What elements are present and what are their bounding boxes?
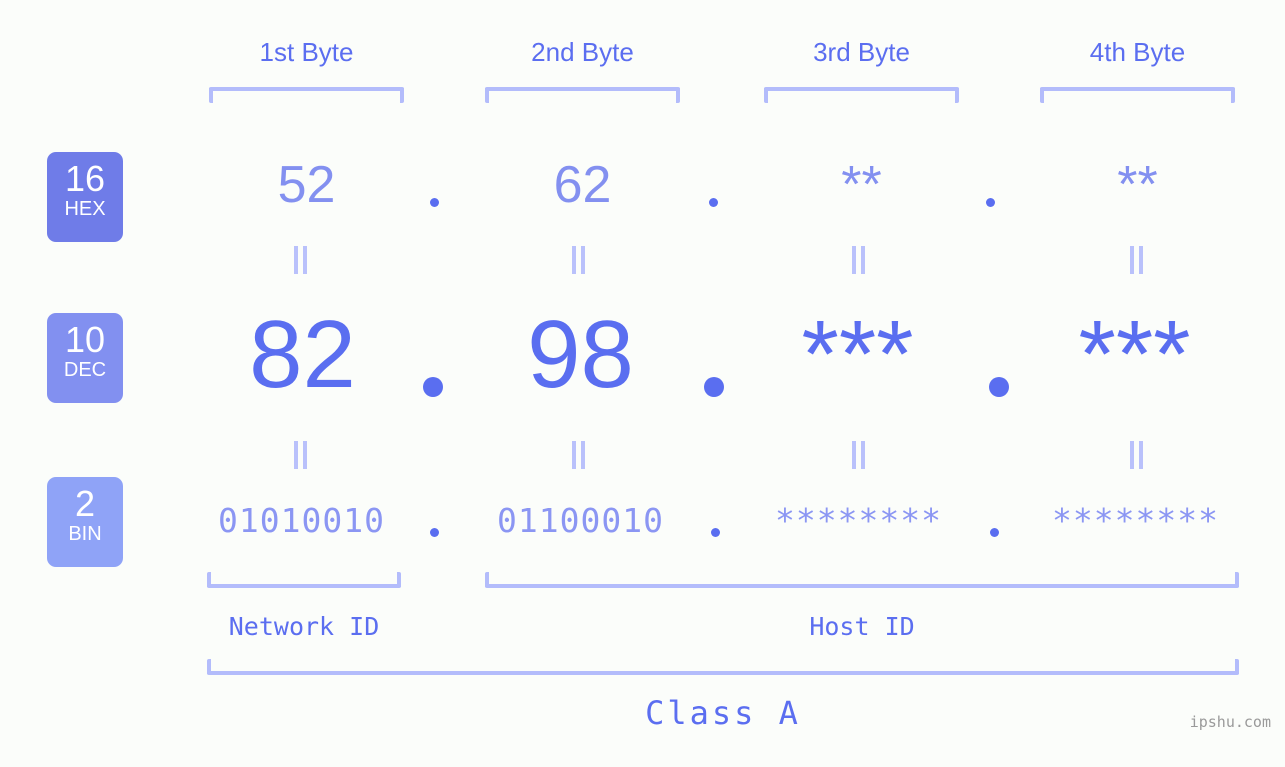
dec-separator-dot-3 xyxy=(989,377,1009,397)
hex-octet-3: ** xyxy=(841,156,882,214)
bin-separator-dot-1 xyxy=(430,528,439,537)
byte-bracket-3 xyxy=(764,87,959,103)
hex-octet-4: ** xyxy=(1117,156,1158,214)
site-watermark: ipshu.com xyxy=(1189,713,1271,731)
host-id-label: Host ID xyxy=(809,612,915,641)
hex-separator-dot-2 xyxy=(709,198,718,207)
radix-badge-bin-number: 2 xyxy=(74,483,96,524)
equals-icon-dec-bin-4 xyxy=(1129,441,1145,469)
equals-icon-hex-dec-1 xyxy=(293,246,309,274)
bin-octet-4: ******** xyxy=(1052,501,1219,540)
radix-badge-dec: 10 DEC xyxy=(47,313,123,403)
network-id-label: Network ID xyxy=(228,612,380,641)
equals-icon-hex-dec-3 xyxy=(851,246,867,274)
hex-octet-2: 62 xyxy=(553,156,612,214)
radix-badge-hex-number: 16 xyxy=(64,158,106,199)
radix-badge-hex-name: HEX xyxy=(64,198,106,220)
radix-badge-dec-name: DEC xyxy=(63,359,107,381)
equals-icon-hex-dec-2 xyxy=(571,246,587,274)
bin-separator-dot-3 xyxy=(990,528,999,537)
hex-separator-dot-1 xyxy=(430,198,439,207)
bin-octet-2: 01100010 xyxy=(497,501,664,540)
bin-separator-dot-2 xyxy=(711,528,720,537)
dec-octet-2: 98 xyxy=(527,301,634,408)
byte-header-1: 1st Byte xyxy=(259,37,354,67)
byte-header-2: 2nd Byte xyxy=(531,37,634,67)
equals-icon-hex-dec-4 xyxy=(1129,246,1145,274)
dec-octet-1: 82 xyxy=(249,301,356,408)
bin-octet-1: 01010010 xyxy=(218,501,385,540)
network-id-bracket xyxy=(207,572,401,588)
dec-separator-dot-1 xyxy=(423,377,443,397)
equals-icon-dec-bin-3 xyxy=(851,441,867,469)
class-label: Class A xyxy=(645,694,801,732)
bin-octet-3: ******** xyxy=(775,501,942,540)
dec-octet-4: *** xyxy=(1078,301,1191,408)
byte-header-4: 4th Byte xyxy=(1089,37,1186,67)
radix-badge-bin: 2 BIN xyxy=(47,477,123,567)
host-id-bracket xyxy=(485,572,1239,588)
radix-badge-bin-name: BIN xyxy=(68,523,102,545)
byte-bracket-2 xyxy=(485,87,680,103)
hex-separator-dot-3 xyxy=(986,198,995,207)
byte-header-3: 3rd Byte xyxy=(813,37,910,67)
byte-bracket-4 xyxy=(1040,87,1235,103)
dec-separator-dot-2 xyxy=(704,377,724,397)
class-bracket xyxy=(207,659,1239,675)
equals-icon-dec-bin-2 xyxy=(571,441,587,469)
dec-octet-3: *** xyxy=(801,301,914,408)
radix-badge-hex: 16 HEX xyxy=(47,152,123,242)
radix-badge-dec-number: 10 xyxy=(64,319,106,360)
hex-octet-1: 52 xyxy=(277,156,336,214)
equals-icon-dec-bin-1 xyxy=(293,441,309,469)
byte-bracket-1 xyxy=(209,87,404,103)
ip-address-breakdown-diagram: 1st Byte 2nd Byte 3rd Byte 4th Byte 16 H… xyxy=(0,0,1285,767)
